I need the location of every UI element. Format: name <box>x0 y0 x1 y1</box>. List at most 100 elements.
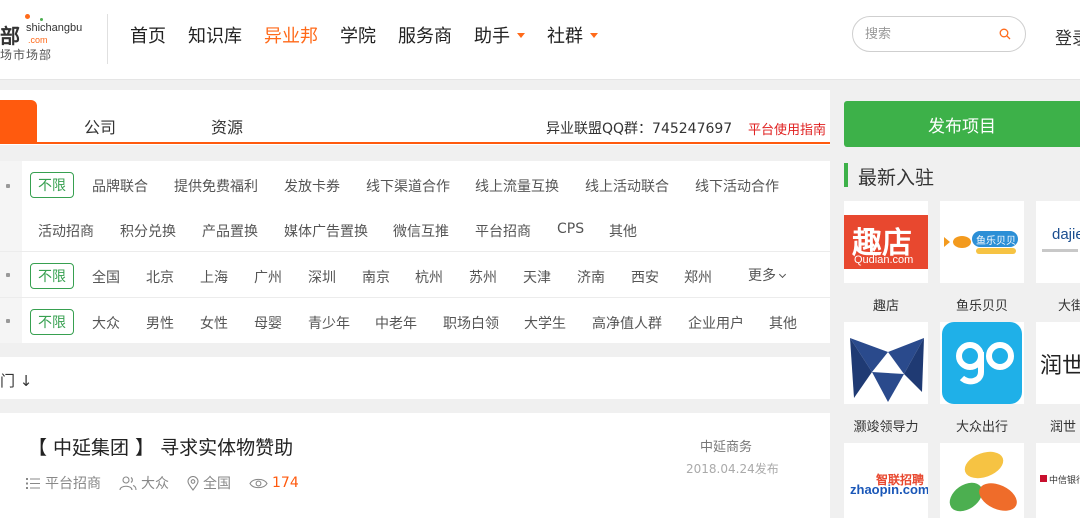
filter-chip[interactable]: 线上活动联合 <box>585 176 669 196</box>
login-link[interactable]: 登录 <box>1055 24 1080 49</box>
search-icon[interactable] <box>999 28 1011 40</box>
filter-chip[interactable]: 发放卡券 <box>284 176 340 196</box>
platform-guide-link[interactable]: 平台使用指南 <box>748 119 826 138</box>
filter-row-type: 不限 品牌联合 提供免费福利 发放卡券 线下渠道合作 线上流量互换 线上活动联合… <box>0 161 830 251</box>
top-header: 部 shichangbu .com 场市场部 首页 知识库 异业邦 学院 服务商… <box>0 0 1080 80</box>
filter-chip[interactable]: 其他 <box>769 313 797 333</box>
filter-chip[interactable]: 不限 <box>30 263 74 289</box>
filter-chip[interactable]: 微信互推 <box>393 221 449 241</box>
filter-chip[interactable]: 产品置换 <box>202 221 258 241</box>
citic-logo-mark <box>1040 475 1047 482</box>
nav-knowledge[interactable]: 知识库 <box>188 22 242 48</box>
filter-chip[interactable]: 企业用户 <box>688 313 744 333</box>
nav-assistant[interactable]: 助手 <box>474 22 525 48</box>
meta-views: 174 <box>249 475 299 491</box>
filter-chip[interactable]: 青少年 <box>308 313 350 333</box>
nav-label: 知识库 <box>188 26 242 47</box>
filter-chip[interactable]: 天津 <box>523 267 551 287</box>
brand-logo-runshi[interactable]: 润世 <box>1036 322 1080 404</box>
site-logo[interactable]: 部 shichangbu .com 场市场部 <box>0 14 100 66</box>
nav-label: 助手 <box>474 26 510 47</box>
nav-home[interactable]: 首页 <box>130 22 166 48</box>
brand-name[interactable]: 灏竣领导力 <box>844 416 928 435</box>
filter-chip[interactable]: 深圳 <box>308 267 336 287</box>
filter-chip[interactable]: 杭州 <box>415 267 443 287</box>
filter-chip[interactable]: 南京 <box>362 267 390 287</box>
brand-logo-yulebeibei[interactable]: 鱼乐贝贝 <box>940 201 1024 283</box>
brand-logo-dazhongchuxing[interactable] <box>940 322 1024 404</box>
filter-chip[interactable]: 郑州 <box>684 267 712 287</box>
filter-chip[interactable]: 广州 <box>254 267 282 287</box>
section-accent-bar <box>844 163 848 187</box>
meta-audience-label: 大众 <box>141 476 169 492</box>
filter-chip[interactable]: 线下活动合作 <box>695 176 779 196</box>
filter-chip[interactable]: 济南 <box>577 267 605 287</box>
more-button[interactable]: 更多 <box>748 265 787 285</box>
brand-logo-qudian[interactable]: 趣店 Qudian.com <box>844 201 928 283</box>
brand-name[interactable]: 趣店 <box>844 295 928 314</box>
filter-chip[interactable]: 北京 <box>146 267 174 287</box>
brand-logo-haojun[interactable] <box>844 322 928 404</box>
filter-chip[interactable]: 品牌联合 <box>92 176 148 196</box>
filter-chip[interactable]: 线下渠道合作 <box>366 176 450 196</box>
filter-chip[interactable]: 不限 <box>30 172 74 198</box>
filter-chip[interactable]: 母婴 <box>254 313 282 333</box>
nav-label: 服务商 <box>398 26 452 47</box>
nav-label: 社群 <box>547 26 583 47</box>
newest-section-header: 最新入驻 <box>844 161 1080 189</box>
nav-academy[interactable]: 学院 <box>340 22 376 48</box>
filter-chip[interactable]: 不限 <box>30 309 74 335</box>
listing-card[interactable]: 【 中延集团 】 寻求实体物赞助 平台招商 大众 全国 174 中延商务 201… <box>0 413 830 518</box>
brand-logo-zhaopin[interactable]: 智联招聘 zhaopin.com <box>844 443 928 518</box>
publish-project-button[interactable]: 发布项目 <box>844 101 1080 147</box>
filter-chip[interactable]: CPS <box>557 221 584 237</box>
filter-chip[interactable]: 大众 <box>92 313 120 333</box>
logo-dot <box>25 14 30 19</box>
brand-logo-citic[interactable]: 中信银行 <box>1036 443 1080 518</box>
qq-group: 异业联盟QQ群：745247697 <box>546 121 733 137</box>
filter-chip[interactable]: 线上流量互换 <box>475 176 559 196</box>
tab-company[interactable]: 公司 <box>84 114 116 138</box>
nav-providers[interactable]: 服务商 <box>398 22 452 48</box>
star-logo-icon <box>850 338 924 402</box>
filter-chip[interactable]: 大学生 <box>524 313 566 333</box>
main-nav: 首页 知识库 异业邦 学院 服务商 助手 社群 <box>130 22 620 48</box>
brand-logo-leaf[interactable] <box>940 443 1024 518</box>
tabs-underline <box>0 142 830 144</box>
filter-chip[interactable]: 中老年 <box>375 313 417 333</box>
filter-side <box>0 252 22 297</box>
sort-hot-button[interactable]: 门 ↓ <box>0 370 32 391</box>
filter-chip[interactable]: 媒体广告置换 <box>284 221 368 241</box>
filter-chip[interactable]: 平台招商 <box>475 221 531 241</box>
brand-name[interactable]: 润世 <box>1036 416 1080 435</box>
filter-chip[interactable]: 活动招商 <box>38 221 94 241</box>
filter-chip[interactable]: 男性 <box>146 313 174 333</box>
filter-chip[interactable]: 其他 <box>609 221 637 241</box>
search-input[interactable] <box>865 25 995 43</box>
chevron-down-icon <box>517 32 525 38</box>
meta-region: 全国 <box>187 473 231 493</box>
list-icon <box>26 477 40 489</box>
listing-company[interactable]: 中延商务 <box>700 436 752 455</box>
tab-active[interactable] <box>0 100 37 143</box>
brand-name[interactable]: 大众出行 <box>940 416 1024 435</box>
brand-name[interactable]: 鱼乐贝贝 <box>940 295 1024 314</box>
tab-resources[interactable]: 资源 <box>211 114 243 138</box>
filter-chip[interactable]: 苏州 <box>469 267 497 287</box>
brand-name[interactable]: 大街 <box>1036 295 1080 314</box>
filter-chip[interactable]: 高净值人群 <box>592 313 662 333</box>
zhaopin-logo-text: zhaopin.com <box>850 482 928 497</box>
nav-yiyebang[interactable]: 异业邦 <box>264 22 318 48</box>
filter-chip[interactable]: 积分兑换 <box>120 221 176 241</box>
filter-chip[interactable]: 职场白领 <box>443 313 499 333</box>
listing-title[interactable]: 【 中延集团 】 寻求实体物赞助 <box>28 433 293 460</box>
filter-chip[interactable]: 提供免费福利 <box>174 176 258 196</box>
filter-side <box>0 161 22 251</box>
filter-chip[interactable]: 上海 <box>200 267 228 287</box>
filter-chip[interactable]: 女性 <box>200 313 228 333</box>
brand-logo-dajie[interactable]: dajie <box>1036 201 1080 283</box>
filter-chip[interactable]: 全国 <box>92 267 120 287</box>
fish-logo-text: 鱼乐贝贝 <box>976 236 1016 247</box>
nav-community[interactable]: 社群 <box>547 22 598 48</box>
filter-chip[interactable]: 西安 <box>631 267 659 287</box>
